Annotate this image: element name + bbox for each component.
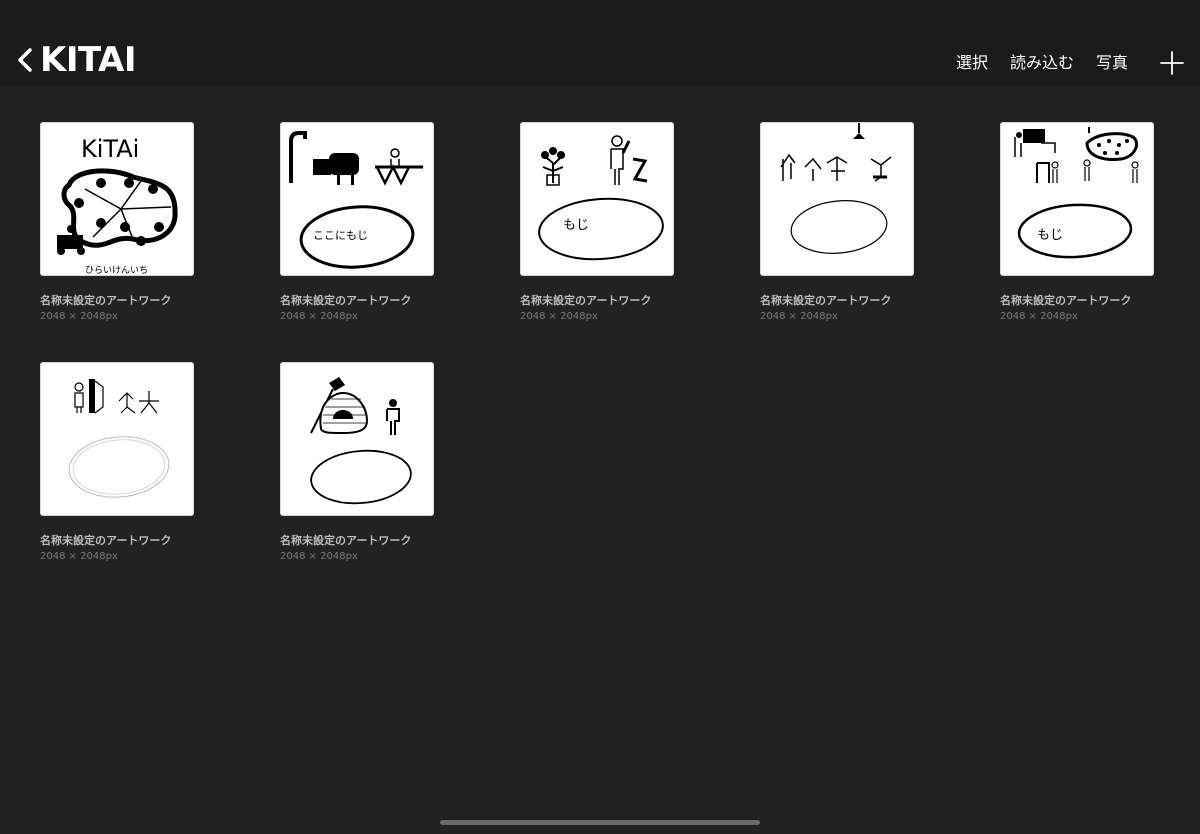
- toolbar-actions: 選択 読み込む 写真: [934, 50, 1184, 76]
- top-bar: KITAI 選択 読み込む 写真: [0, 0, 1200, 86]
- artwork-gallery: KiTAi ひらいけんいち 名称未設定のアートワーク 2048 × 2048px: [0, 86, 1200, 786]
- home-indicator: [440, 820, 760, 825]
- thumb-text: ここにもじ: [313, 229, 368, 242]
- artwork-card[interactable]: 名称未設定のアートワーク 2048 × 2048px: [280, 362, 440, 562]
- artwork-size: 2048 × 2048px: [280, 551, 358, 562]
- artwork-thumbnail: [280, 362, 434, 516]
- artwork-card[interactable]: 名称未設定のアートワーク 2048 × 2048px: [760, 122, 920, 322]
- artwork-size: 2048 × 2048px: [1000, 311, 1078, 322]
- artwork-thumbnail: [760, 122, 914, 276]
- artwork-thumbnail: もじ: [1000, 122, 1154, 276]
- back-button[interactable]: KITAI: [16, 40, 137, 80]
- artwork-size: 2048 × 2048px: [280, 311, 358, 322]
- artwork-name: 名称未設定のアートワーク: [40, 294, 172, 307]
- artwork-name: 名称未設定のアートワーク: [760, 294, 892, 307]
- artwork-size: 2048 × 2048px: [40, 311, 118, 322]
- plus-icon[interactable]: [1160, 51, 1184, 75]
- artwork-card[interactable]: もじ 名称未設定のアートワーク 2048 × 2048px: [1000, 122, 1160, 322]
- photo-button[interactable]: 写真: [1096, 50, 1128, 76]
- artwork-name: 名称未設定のアートワーク: [1000, 294, 1132, 307]
- artwork-name: 名称未設定のアートワーク: [520, 294, 652, 307]
- artwork-thumbnail: [40, 362, 194, 516]
- artwork-thumbnail: ここにもじ: [280, 122, 434, 276]
- artwork-name: 名称未設定のアートワーク: [40, 534, 172, 547]
- artwork-card[interactable]: 名称未設定のアートワーク 2048 × 2048px: [40, 362, 200, 562]
- artwork-name: 名称未設定のアートワーク: [280, 534, 412, 547]
- thumb-text: ひらいけんいち: [85, 265, 148, 275]
- artwork-size: 2048 × 2048px: [40, 551, 118, 562]
- artwork-name: 名称未設定のアートワーク: [280, 294, 412, 307]
- chevron-left-icon: [18, 48, 32, 72]
- import-button[interactable]: 読み込む: [1010, 50, 1074, 76]
- select-button[interactable]: 選択: [956, 50, 988, 76]
- thumb-text: もじ: [563, 218, 589, 233]
- artwork-thumbnail: KiTAi ひらいけんいち: [40, 122, 194, 276]
- thumb-text: KiTAi: [81, 135, 139, 163]
- page-title: KITAI: [40, 40, 137, 80]
- artwork-thumbnail: もじ: [520, 122, 674, 276]
- thumb-text: もじ: [1037, 228, 1063, 243]
- artwork-size: 2048 × 2048px: [760, 311, 838, 322]
- artwork-card[interactable]: もじ 名称未設定のアートワーク 2048 × 2048px: [520, 122, 680, 322]
- artwork-card[interactable]: ここにもじ 名称未設定のアートワーク 2048 × 2048px: [280, 122, 440, 322]
- artwork-card[interactable]: KiTAi ひらいけんいち 名称未設定のアートワーク 2048 × 2048px: [40, 122, 200, 322]
- artwork-size: 2048 × 2048px: [520, 311, 598, 322]
